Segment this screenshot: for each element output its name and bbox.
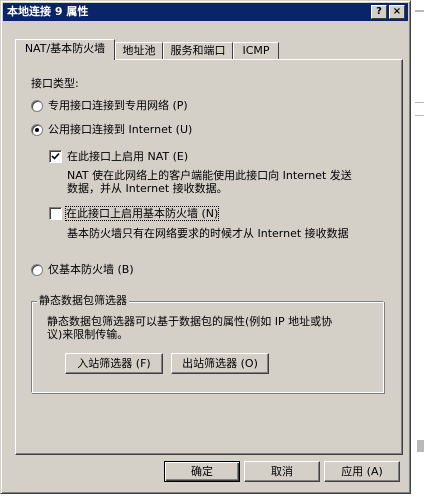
private-interface-radio[interactable]: [31, 100, 43, 112]
background-window-edge: [411, 0, 424, 498]
tab-address-pool[interactable]: 地址池: [115, 42, 163, 59]
static-filters-description-line2: 议)来限制传输。: [47, 328, 129, 341]
public-interface-radio[interactable]: [31, 124, 43, 136]
close-button[interactable]: ×: [389, 5, 405, 19]
firewall-description: 基本防火墙只有在网络要求的时候才从 Internet 接收数据: [67, 227, 349, 240]
inbound-filters-button[interactable]: 入站筛选器 (F): [65, 353, 163, 374]
enable-firewall-label[interactable]: 在此接口上启用基本防火墙 (N): [64, 206, 220, 221]
window-title: 本地连接 9 属性: [7, 5, 89, 18]
tab-nat-firewall[interactable]: NAT/基本防火墙: [15, 39, 115, 60]
title-bar[interactable]: 本地连接 9 属性 ? ×: [3, 3, 408, 21]
tab-icmp[interactable]: ICMP: [233, 42, 279, 59]
enable-nat-label[interactable]: 在此接口上启用 NAT (E): [67, 150, 188, 163]
enable-nat-checkbox[interactable]: [49, 150, 62, 163]
outbound-filters-button[interactable]: 出站筛选器 (O): [171, 353, 269, 374]
background-mark: [417, 440, 424, 452]
basic-firewall-only-label[interactable]: 仅基本防火墙 (B): [48, 263, 134, 276]
ok-button[interactable]: 确定: [164, 461, 240, 482]
background-mark: [415, 10, 424, 12]
background-mark: [415, 102, 424, 103]
nat-description-line1: NAT 使在此网络上的客户端能使用此接口向 Internet 发送: [67, 169, 352, 182]
nat-description-line2: 数据，并从 Internet 接收数据。: [67, 182, 228, 195]
interface-type-label: 接口类型:: [31, 77, 79, 90]
static-filters-group-label: 静态数据包筛选器: [37, 294, 129, 307]
tab-panel: [15, 59, 403, 455]
apply-button[interactable]: 应用 (A): [324, 461, 400, 482]
basic-firewall-only-radio[interactable]: [31, 264, 43, 276]
enable-firewall-checkbox[interactable]: [49, 207, 62, 220]
tab-services-ports[interactable]: 服务和端口: [163, 42, 233, 59]
private-interface-label[interactable]: 专用接口连接到专用网络 (P): [48, 99, 188, 112]
background-mark: [415, 115, 424, 116]
cancel-button[interactable]: 取消: [244, 461, 320, 482]
static-filters-description-line1: 静态数据包筛选器可以基于数据包的属性(例如 IP 地址或协: [47, 315, 333, 328]
checkmark-icon: [51, 152, 60, 160]
help-button[interactable]: ?: [371, 5, 387, 19]
public-interface-label[interactable]: 公用接口连接到 Internet (U): [48, 123, 192, 136]
radio-selected-dot: [35, 128, 39, 132]
properties-dialog: 本地连接 9 属性 ? × NAT/基本防火墙 地址池 服务和端口 ICMP 接…: [0, 0, 411, 494]
